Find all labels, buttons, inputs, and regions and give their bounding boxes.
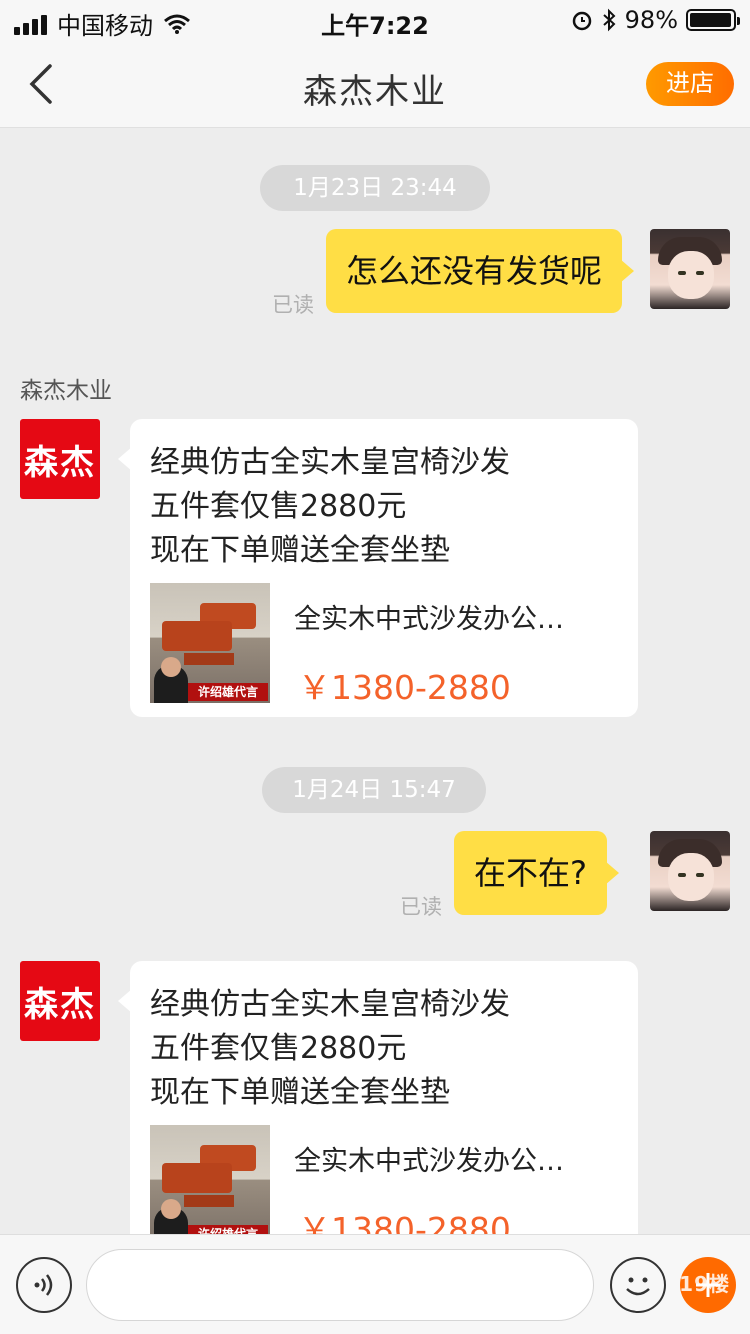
card-line: 五件套仅售2880元 <box>150 489 407 524</box>
product-thumbnail[interactable]: 许绍雄代言 <box>150 1125 270 1234</box>
thumbnail-banner: 许绍雄代言 <box>188 683 268 701</box>
my-message-bubble[interactable]: 怎么还没有发货呢 <box>326 229 635 313</box>
card-line: 现在下单赠送全套坐垫 <box>150 1075 450 1110</box>
page-title: 森杰木业 <box>303 72 447 112</box>
emoji-button[interactable] <box>610 1257 666 1313</box>
thumbnail-banner: 许绍雄代言 <box>188 1225 268 1234</box>
timestamp-pill: 1月23日 23:44 <box>260 165 490 211</box>
chat-area[interactable]: 1月23日 23:44 已读 怎么还没有发货呢 森杰木业 森杰 经典仿古全实木皇… <box>0 129 750 1234</box>
shop-avatar[interactable]: 森杰 <box>20 961 100 1041</box>
my-message-bubble[interactable]: 在不在? <box>454 831 619 915</box>
voice-icon <box>34 1274 53 1296</box>
product-title[interactable]: 全实木中式沙发办公… <box>294 1139 564 1178</box>
shop-avatar[interactable]: 森杰 <box>20 419 100 499</box>
watermark: 19楼 <box>679 1272 730 1296</box>
card-line: 经典仿古全实木皇宫椅沙发 <box>150 445 510 480</box>
card-line: 五件套仅售2880元 <box>150 1031 407 1066</box>
product-link[interactable]: 许绍雄代言 全实木中式沙发办公… ￥1380-2880 <box>150 1125 618 1234</box>
timestamp-pill: 1月24日 15:47 <box>262 767 486 813</box>
smiley-icon <box>626 1277 650 1296</box>
battery-percent: 98% <box>624 6 678 34</box>
product-price: ￥1380-2880 <box>298 1210 511 1234</box>
my-avatar[interactable] <box>650 229 730 309</box>
read-status: 已读 <box>272 293 314 317</box>
product-message-card[interactable]: 经典仿古全实木皇宫椅沙发 五件套仅售2880元 现在下单赠送全套坐垫 许绍雄代言… <box>118 961 638 1234</box>
alarm-icon <box>572 11 591 31</box>
read-status: 已读 <box>400 895 442 919</box>
status-bar: 中国移动 上午7:22 98% <box>0 0 750 40</box>
voice-button[interactable] <box>16 1257 72 1313</box>
battery-fill <box>690 13 732 27</box>
product-message-card[interactable]: 经典仿古全实木皇宫椅沙发 五件套仅售2880元 现在下单赠送全套坐垫 许绍雄代言… <box>118 419 638 717</box>
sender-name: 森杰木业 <box>20 378 112 404</box>
card-line: 经典仿古全实木皇宫椅沙发 <box>150 987 510 1022</box>
product-thumbnail[interactable]: 许绍雄代言 <box>150 583 270 703</box>
my-avatar[interactable] <box>650 831 730 911</box>
message-input[interactable] <box>86 1249 594 1321</box>
nav-bar: 森杰木业 进店 <box>0 40 750 128</box>
card-line: 现在下单赠送全套坐垫 <box>150 533 450 568</box>
product-title[interactable]: 全实木中式沙发办公… <box>294 597 564 636</box>
bluetooth-icon <box>602 8 616 32</box>
input-bar <box>0 1234 750 1334</box>
battery-icon <box>686 9 740 31</box>
enter-shop-button[interactable]: 进店 <box>646 62 734 106</box>
product-price: ￥1380-2880 <box>298 668 511 707</box>
status-right: 98% <box>571 6 740 34</box>
product-link[interactable]: 许绍雄代言 全实木中式沙发办公… ￥1380-2880 <box>150 583 618 725</box>
